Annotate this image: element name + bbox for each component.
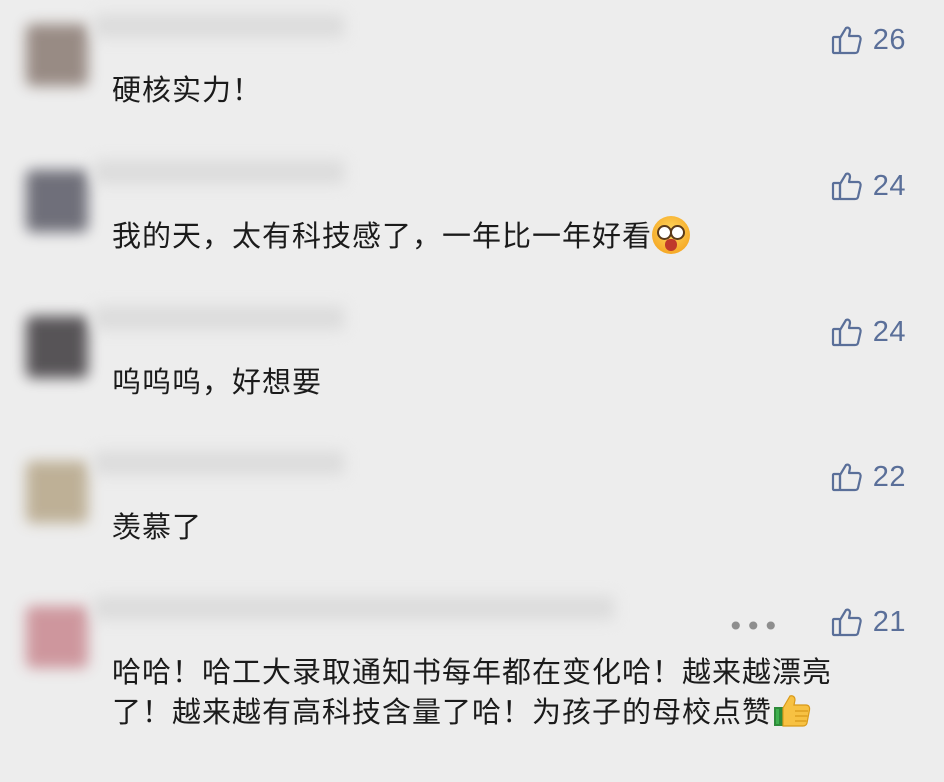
username-blurred[interactable] bbox=[94, 596, 614, 620]
comment-text: 呜呜呜，好想要 bbox=[112, 365, 323, 399]
thumbs-up-outline-icon bbox=[831, 318, 862, 347]
avatar[interactable] bbox=[26, 170, 88, 232]
like-button[interactable]: 21 bbox=[831, 602, 906, 642]
like-button[interactable]: 24 bbox=[831, 312, 906, 352]
like-count: 24 bbox=[872, 315, 906, 348]
username-blurred[interactable] bbox=[94, 160, 344, 184]
thumbs-up-outline-icon bbox=[831, 26, 862, 55]
avatar[interactable] bbox=[26, 316, 88, 378]
thumbs-up-outline-icon bbox=[831, 172, 862, 201]
comment-text: 羡慕了 bbox=[112, 510, 203, 544]
comment-item: 26 硬核实力！ bbox=[0, 0, 944, 145]
like-count: 22 bbox=[872, 460, 906, 493]
comment-text: 我的天，太有科技感了，一年比一年好看 bbox=[112, 219, 653, 253]
username-blurred[interactable] bbox=[94, 306, 344, 330]
username-blurred[interactable] bbox=[94, 451, 344, 475]
comment-item: ••• 21 哈哈！哈工大录取通知书每年都在变化哈！越来越漂亮 了！越来越有高科… bbox=[0, 582, 944, 782]
more-options-button[interactable]: ••• bbox=[727, 610, 780, 643]
comment-item: 24 我的天，太有科技感了，一年比一年好看 bbox=[0, 146, 944, 291]
thumbs-up-outline-icon bbox=[831, 463, 862, 492]
astonished-face-emoji bbox=[652, 216, 691, 254]
thumbs-up-outline-icon bbox=[831, 608, 862, 637]
comment-text-row: 我的天，太有科技感了，一年比一年好看 bbox=[112, 216, 691, 256]
comment-text-line-row: 了！越来越有高科技含量了哈！为孩子的母校点赞 bbox=[112, 692, 912, 732]
comment-text-line: 哈哈！哈工大录取通知书每年都在变化哈！越来越漂亮 bbox=[112, 655, 833, 689]
thumbs-up-emoji bbox=[774, 695, 811, 727]
comment-text-line: 了！越来越有高科技含量了哈！为孩子的母校点赞 bbox=[112, 695, 773, 729]
like-button[interactable]: 24 bbox=[831, 166, 906, 206]
avatar[interactable] bbox=[26, 606, 88, 668]
comment-text: 硬核实力！ bbox=[112, 73, 263, 107]
comment-item: 24 呜呜呜，好想要 bbox=[0, 292, 944, 437]
username-blurred[interactable] bbox=[94, 14, 344, 38]
like-count: 26 bbox=[872, 23, 906, 56]
avatar[interactable] bbox=[26, 461, 88, 523]
like-button[interactable]: 26 bbox=[831, 20, 906, 60]
avatar[interactable] bbox=[26, 24, 88, 86]
like-count: 24 bbox=[872, 169, 906, 202]
like-button[interactable]: 22 bbox=[831, 457, 906, 497]
comment-text-block: 哈哈！哈工大录取通知书每年都在变化哈！越来越漂亮 了！越来越有高科技含量了哈！为… bbox=[112, 652, 912, 732]
like-count: 21 bbox=[872, 605, 906, 638]
comment-item: 22 羡慕了 bbox=[0, 437, 944, 582]
